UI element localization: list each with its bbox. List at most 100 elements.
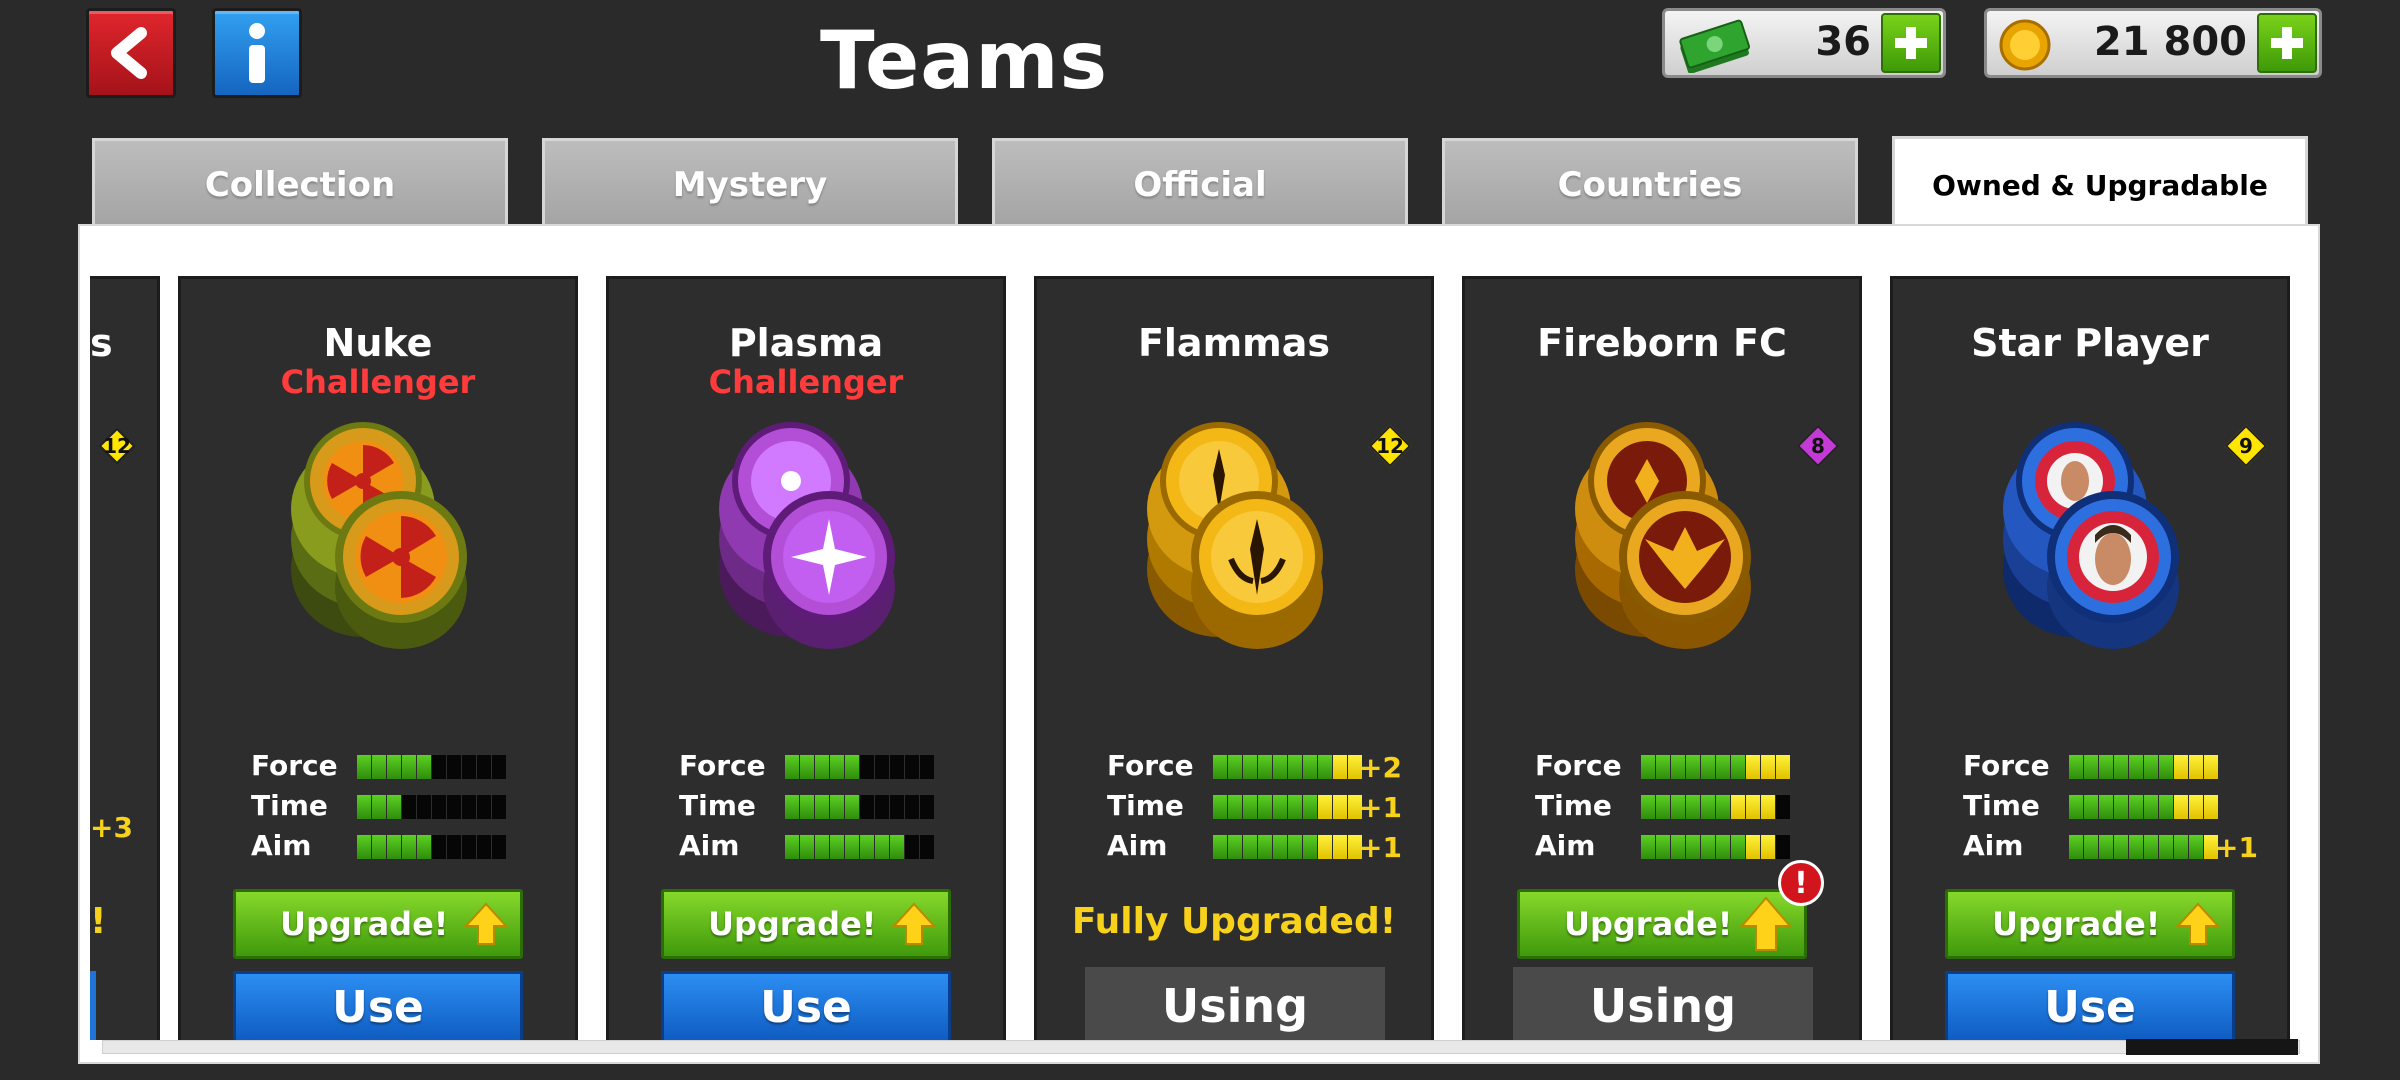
stat-segment — [1273, 755, 1287, 779]
stat-time: Time — [1535, 789, 1865, 829]
upgrade-button[interactable]: Upgrade! — [233, 889, 523, 959]
team-name: Fireborn FC — [1537, 321, 1787, 365]
stat-segment — [905, 835, 919, 859]
stat-segment — [845, 755, 859, 779]
stat-segment — [402, 835, 416, 859]
stat-segment — [845, 835, 859, 859]
stat-segment — [372, 835, 386, 859]
stat-segment — [905, 795, 919, 819]
stat-segment — [785, 755, 799, 779]
stat-segment — [1716, 835, 1730, 859]
team-card-plasma: Plasma Challenger Force Time Aim Upgrade… — [606, 276, 1006, 1040]
stat-segment — [387, 795, 401, 819]
plus-icon — [1895, 27, 1927, 59]
stat-segment — [2159, 835, 2173, 859]
upgrade-button[interactable]: Upgrade! ! — [1517, 860, 1824, 959]
stat-segment — [1701, 795, 1715, 819]
tab-official[interactable]: Official — [992, 138, 1408, 228]
stat-time: Time — [251, 789, 581, 829]
stat-segment — [1213, 755, 1227, 779]
stat-segment — [1228, 835, 1242, 859]
stat-segment — [785, 795, 799, 819]
add-coins-button[interactable] — [2257, 13, 2317, 73]
stat-segment — [830, 835, 844, 859]
stat-force: Force — [1963, 749, 2293, 789]
stat-segment — [447, 795, 461, 819]
team-tier: Challenger — [280, 363, 476, 401]
stat-segment — [1776, 835, 1790, 859]
back-button[interactable] — [86, 8, 176, 98]
arrow-up-icon — [891, 902, 937, 945]
sword-coin-icon — [1147, 422, 1323, 649]
stat-segment — [815, 755, 829, 779]
coin-value: 21 800 — [2093, 19, 2247, 65]
stat-segment — [1731, 835, 1745, 859]
stat-segment — [1228, 795, 1242, 819]
upgrade-button[interactable]: Upgrade! — [661, 889, 951, 959]
aim-bar — [357, 835, 506, 859]
stat-segment — [2114, 835, 2128, 859]
plasma-coin-icon — [719, 422, 895, 649]
stat-segment — [875, 795, 889, 819]
scrollbar-thumb[interactable] — [2126, 1039, 2298, 1055]
tab-owned-upgradable[interactable]: Owned & Upgradable — [1892, 136, 2308, 232]
time-bar — [785, 795, 934, 819]
stat-segment — [1671, 795, 1685, 819]
stat-segment — [800, 835, 814, 859]
add-cash-button[interactable] — [1881, 13, 1941, 73]
using-button: Using — [1085, 967, 1385, 1040]
stat-segment — [1716, 755, 1730, 779]
stat-segment — [2084, 795, 2098, 819]
info-button[interactable] — [212, 8, 302, 98]
stat-segment — [815, 795, 829, 819]
team-card-nuke: Nuke Challenger Force Time Aim Upgrade! … — [178, 276, 578, 1040]
stat-segment — [1318, 755, 1332, 779]
stat-segment — [1716, 795, 1730, 819]
stat-label: Force — [1535, 749, 1622, 782]
stat-segment — [2204, 795, 2218, 819]
team-tier: Challenger — [708, 363, 904, 401]
stat-segment — [417, 755, 431, 779]
tab-collection[interactable]: Collection — [92, 138, 508, 228]
partial-card-name: s — [90, 321, 113, 365]
stat-segment — [2129, 835, 2143, 859]
stat-label: Aim — [1535, 829, 1596, 862]
upgrade-label: Upgrade! — [1564, 905, 1733, 943]
force-bar — [357, 755, 506, 779]
stat-aim: Aim — [251, 829, 581, 869]
teams-panel: s 12 +3 ! Nuke Challenger Force Time Aim… — [78, 224, 2320, 1064]
level-number: 12 — [103, 434, 131, 458]
stat-segment — [2174, 795, 2188, 819]
stat-label: Time — [1107, 789, 1184, 822]
stat-segment — [477, 795, 491, 819]
stat-segment — [387, 755, 401, 779]
stat-segment — [1258, 755, 1272, 779]
use-button[interactable]: Use — [661, 971, 951, 1040]
upgrade-button[interactable]: Upgrade! — [1945, 889, 2235, 959]
partial-use-button[interactable] — [90, 971, 96, 1040]
stat-segment — [1333, 835, 1347, 859]
stat-segment — [1258, 795, 1272, 819]
use-button[interactable]: Use — [1945, 971, 2235, 1040]
tab-mystery[interactable]: Mystery — [542, 138, 958, 228]
horizontal-scrollbar[interactable] — [102, 1040, 2300, 1054]
cash-icon — [1679, 19, 1750, 73]
stat-segment — [2144, 835, 2158, 859]
tab-countries[interactable]: Countries — [1442, 138, 1858, 228]
stat-segment — [920, 755, 934, 779]
use-button[interactable]: Use — [233, 971, 523, 1040]
stat-segment — [2099, 755, 2113, 779]
stat-segment — [1731, 755, 1745, 779]
stat-segment — [1656, 755, 1670, 779]
stat-segment — [1333, 755, 1347, 779]
level-number: 12 — [1376, 434, 1404, 458]
stat-segment — [2204, 755, 2218, 779]
coin-balance: 21 800 — [1984, 8, 2322, 78]
stat-segment — [1701, 835, 1715, 859]
stat-segment — [432, 755, 446, 779]
stat-aim: Aim +1 — [1107, 829, 1437, 869]
stat-segment — [2174, 835, 2188, 859]
stat-segment — [1288, 795, 1302, 819]
cards-scroller[interactable]: s 12 +3 ! Nuke Challenger Force Time Aim… — [90, 250, 2312, 1040]
stat-segment — [2144, 795, 2158, 819]
